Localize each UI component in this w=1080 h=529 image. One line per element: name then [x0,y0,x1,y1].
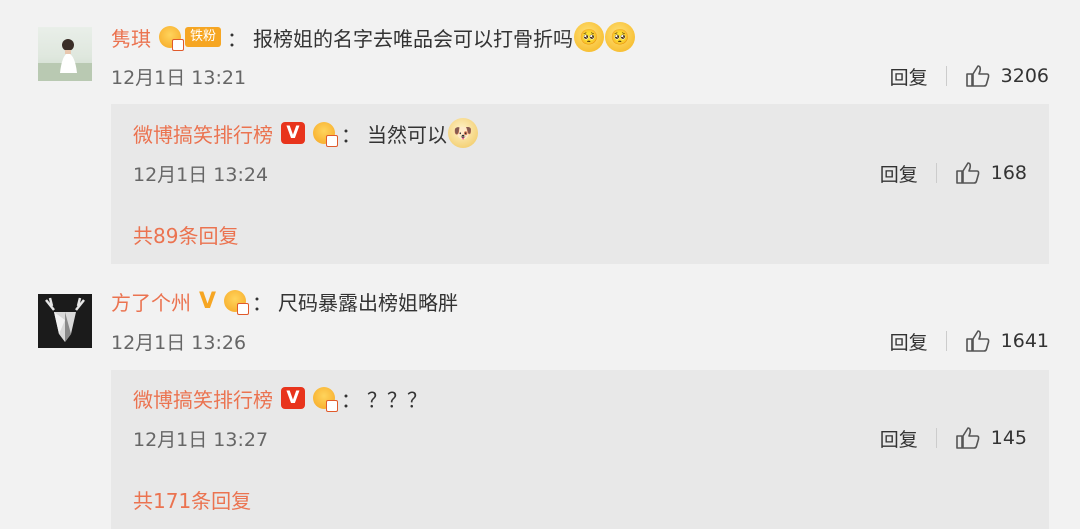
thumb-up-icon[interactable] [965,329,991,353]
vip-crown-icon[interactable] [313,387,338,412]
reply-box: 微博搞笑排行榜 V ： 当然可以 🐶 12月1日 13:24 回复 168 共8… [111,104,1049,264]
divider [935,428,937,448]
more-replies-link[interactable]: 共89条回复 [133,220,238,249]
fan-badge[interactable]: 铁粉 [185,27,222,47]
vip-crown-icon[interactable] [159,26,184,51]
vip-crown-icon[interactable] [313,122,338,147]
username[interactable]: 隽琪 [111,23,151,52]
divider [945,66,947,86]
reply-meta: 12月1日 13:24 回复 168 [133,158,1027,188]
pleading-face-emoji: 🥺 [574,22,605,52]
reply-username[interactable]: 微博搞笑排行榜 [133,384,273,413]
separator: ： [227,26,248,51]
reply-line: 微博搞笑排行榜 V ： ？？？ [133,381,427,415]
reply-line: 微博搞笑排行榜 V ： 当然可以 🐶 [133,116,478,150]
verified-v-icon: V [281,122,305,144]
comment-line: 隽琪 铁粉 ： 报榜姐的名字去唯品会可以打骨折吗 🥺 🥺 [111,20,636,54]
comment-line: 方了个州 V ： 尺码暴露出榜姐略胖 [111,284,458,318]
reply-button[interactable]: 回复 [880,425,918,452]
timestamp: 12月1日 13:26 [111,331,247,354]
like-count: 145 [990,427,1027,449]
reply-button[interactable]: 回复 [890,328,928,355]
comment-meta: 12月1日 13:26 回复 1641 [111,326,1049,356]
reply-button[interactable]: 回复 [890,63,928,90]
more-replies-link[interactable]: 共171条回复 [133,485,251,514]
comment-meta: 12月1日 13:21 回复 3206 [111,61,1049,91]
separator: ： [252,290,273,315]
dog-face-emoji: 🐶 [448,118,478,148]
like-count: 3206 [1000,65,1049,87]
reply-actions: 回复 145 [880,425,1027,452]
thumb-up-icon[interactable] [955,426,981,450]
thumb-up-icon[interactable] [965,64,991,88]
reply-actions: 回复 168 [880,160,1027,187]
reply-text: 当然可以 [367,122,447,147]
reply-text: ？？？ [367,387,427,412]
reply-username[interactable]: 微博搞笑排行榜 [133,119,273,148]
separator: ： [341,387,361,412]
timestamp: 12月1日 13:21 [111,66,247,89]
comment-actions: 回复 3206 [890,63,1049,90]
comment-actions: 回复 1641 [890,328,1049,355]
comment-text: 报榜姐的名字去唯品会可以打骨折吗 [253,26,574,51]
like-count: 1641 [1000,330,1049,352]
pleading-face-emoji: 🥺 [605,22,636,52]
avatar[interactable] [38,27,92,81]
reply-button[interactable]: 回复 [880,160,918,187]
avatar-image [38,294,92,348]
thumb-up-icon[interactable] [955,161,981,185]
username[interactable]: 方了个州 [111,287,191,316]
reply-box: 微博搞笑排行榜 V ： ？？？ 12月1日 13:27 回复 145 共171条… [111,370,1049,529]
verified-v-icon: V [199,288,217,314]
avatar[interactable] [38,294,92,348]
comment-text: 尺码暴露出榜姐略胖 [278,290,459,315]
avatar-image [38,39,92,81]
timestamp: 12月1日 13:27 [133,428,269,451]
timestamp: 12月1日 13:24 [133,163,269,186]
vip-crown-icon[interactable] [224,290,250,315]
separator: ： [341,122,361,147]
reply-meta: 12月1日 13:27 回复 145 [133,423,1027,453]
verified-v-icon: V [281,387,305,409]
divider [945,331,947,351]
like-count: 168 [990,162,1027,184]
divider [935,163,937,183]
